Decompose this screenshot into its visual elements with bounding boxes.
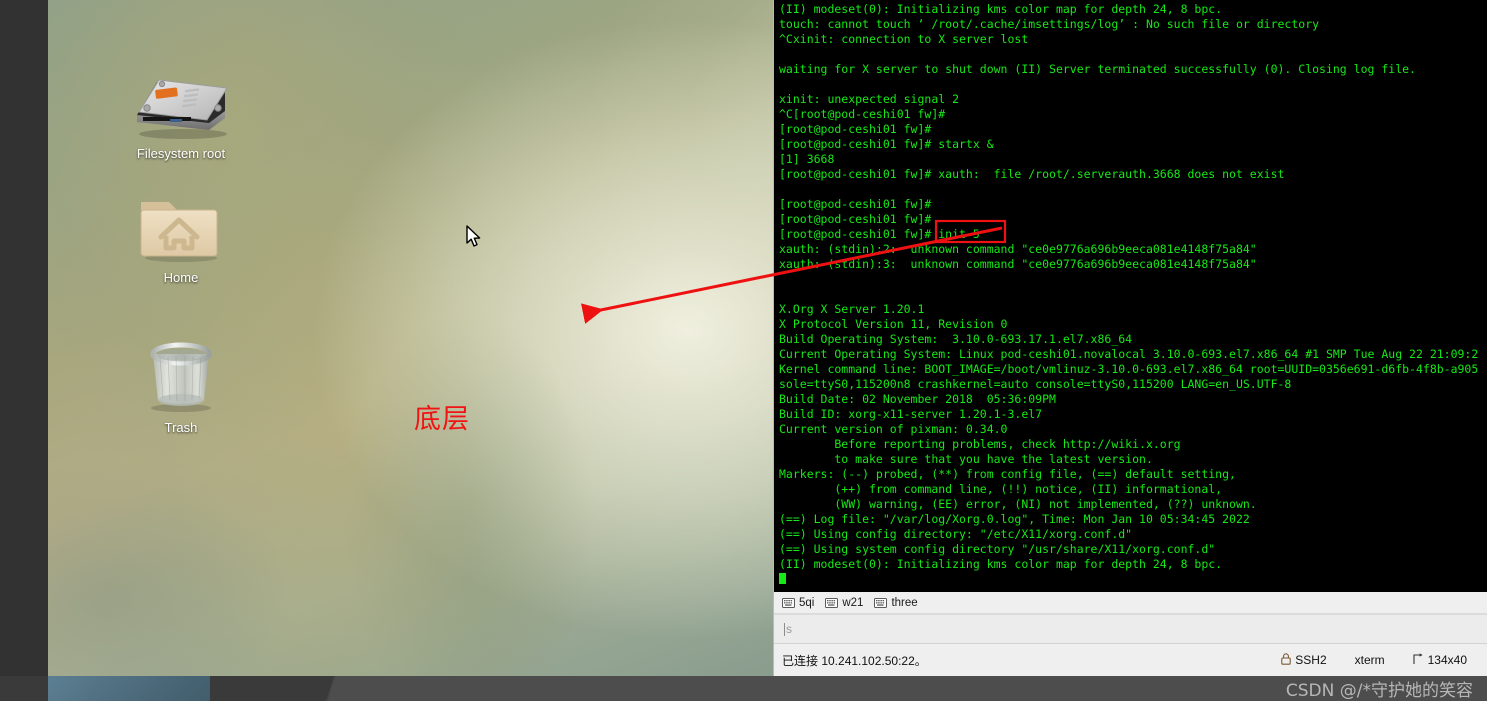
terminal-line: touch: cannot touch ‘ /root/.cache/imset… [779,17,1320,31]
terminal-line: Build ID: xorg-x11-server 1.20.1-3.el7 [779,407,1043,421]
command-input-bar[interactable]: s [774,614,1487,644]
terminal-line: (==) Using config directory: "/etc/X11/x… [779,527,1133,541]
terminal-tab-w21[interactable]: w21 [823,596,868,610]
connection-status: 已连接 10.241.102.50:22。 [782,653,927,668]
terminal-tab-icon [782,597,795,608]
terminal-tab-bar[interactable]: 5qi w21 three [774,592,1487,614]
terminal-cursor [779,572,1487,587]
desktop-icon-home[interactable]: Home [106,190,256,285]
left-edge-strip [0,0,48,701]
taskbar-accent-blue [48,676,218,701]
desktop-icon-label: Filesystem root [136,146,226,161]
terminal-line: [root@pod-ceshi01 fw]# init 5 [779,227,980,241]
home-folder-icon [106,190,256,264]
resize-icon [1413,652,1424,668]
status-size-label: 134x40 [1427,653,1467,667]
terminal-line: Current version of pixman: 0.34.0 [779,422,1008,436]
terminal-line: (==) Using system config directory "/usr… [779,542,1216,556]
terminal-line: Markers: (--) probed, (**) from config f… [779,467,1236,481]
taskbar-diagonal-accent [210,676,470,701]
terminal-tab-5qi[interactable]: 5qi [780,596,819,610]
terminal-line: xauth: (stdin):3: unknown command "ce0e9… [779,257,1257,271]
terminal-line: (WW) warning, (EE) error, (NI) not imple… [779,497,1257,511]
terminal-tab-icon [874,597,888,608]
csdn-watermark: CSDN @/*守护她的笑容 [1285,681,1473,701]
ssh-terminal-window[interactable]: (II) modeset(0): Initializing kms color … [773,0,1487,676]
screen-root: Filesystem root Home Trash 底层 (II) modes… [0,0,1487,701]
mouse-cursor [466,225,482,254]
lock-icon [1281,652,1292,668]
status-emulation-label: xterm [1354,653,1385,667]
desktop-icon-label: Trash [164,420,198,435]
terminal-line: Build Operating System: 3.10.0-693.17.1.… [779,332,1133,346]
terminal-line: ^Cxinit: connection to X server lost [779,32,1029,46]
desktop-icon-filesystem-root[interactable]: Filesystem root [106,66,256,161]
terminal-line: Build Date: 02 November 2018 05:36:09PM [779,392,1056,406]
annotation-label: 底层 [414,404,470,435]
terminal-line: Before reporting problems, check http://… [779,437,1181,451]
trash-bin-icon [106,340,256,414]
command-input-value[interactable]: s [786,622,792,636]
desktop-icon-trash[interactable]: Trash [106,340,256,435]
terminal-line: Current Operating System: Linux pod-cesh… [779,347,1479,361]
terminal-line: [root@pod-ceshi01 fw]# xauth: file /root… [779,167,1285,181]
terminal-tab-icon [825,597,839,608]
terminal-line: Kernel command line: BOOT_IMAGE=/boot/vm… [779,362,1479,376]
terminal-output[interactable]: (II) modeset(0): Initializing kms color … [774,0,1487,592]
terminal-line: [1] 3668 [779,152,835,166]
status-protocol-label: SSH2 [1295,653,1327,667]
terminal-line: X Protocol Version 11, Revision 0 [779,317,1008,331]
status-size: 134x40 [1399,652,1481,668]
terminal-line: xinit: unexpected signal 2 [779,92,960,106]
terminal-line: waiting for X server to shut down (II) S… [779,62,1416,76]
terminal-line: [root@pod-ceshi01 fw]# [779,197,932,211]
terminal-line: X.Org X Server 1.20.1 [779,302,925,316]
status-protocol: SSH2 [1267,652,1340,668]
terminal-tab-label: 5qi [799,596,815,609]
terminal-tab-three[interactable]: three [872,596,922,610]
terminal-line: (II) modeset(0): Initializing kms color … [779,557,1223,571]
text-caret [784,622,785,636]
bottom-taskbar[interactable] [0,676,1487,701]
terminal-line: sole=ttyS0,115200n8 crashkernel=auto con… [779,377,1292,391]
terminal-line: [root@pod-ceshi01 fw]# [779,122,932,136]
terminal-line: (==) Log file: "/var/log/Xorg.0.log", Ti… [779,512,1250,526]
terminal-line: [root@pod-ceshi01 fw]# [779,212,932,226]
desktop-icon-label: Home [163,270,199,285]
terminal-line: (II) modeset(0): Initializing kms color … [779,2,1223,16]
terminal-tab-label: w21 [842,596,864,609]
terminal-line: [root@pod-ceshi01 fw]# startx & [779,137,994,151]
terminal-status-bar: 已连接 10.241.102.50:22。 SSH2 xterm 134x40 [774,644,1487,676]
terminal-line: ^C[root@pod-ceshi01 fw]# [779,107,946,121]
terminal-tab-label: three [891,596,918,609]
hard-drive-icon [106,66,256,140]
terminal-line: to make sure that you have the latest ve… [779,452,1153,466]
terminal-line: xauth: (stdin):2: unknown command "ce0e9… [779,242,1257,256]
terminal-line: (++) from command line, (!!) notice, (II… [779,482,1223,496]
status-emulation: xterm [1341,653,1399,667]
